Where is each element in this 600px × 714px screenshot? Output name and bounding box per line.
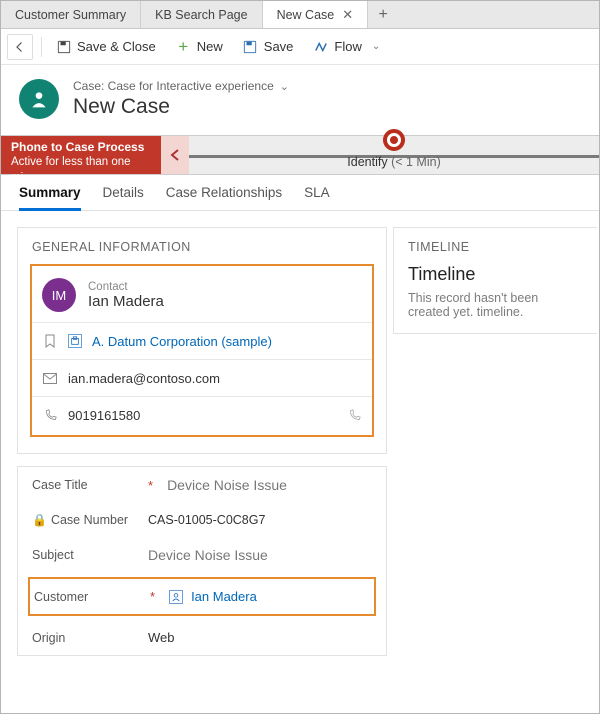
email-row[interactable]: ian.madera@contoso.com: [32, 359, 372, 396]
customer-row[interactable]: Customer * Ian Madera: [30, 579, 374, 614]
breadcrumb[interactable]: Case: Case for Interactive experience ⌄: [73, 79, 289, 93]
tab-kb-search[interactable]: KB Search Page: [141, 1, 262, 28]
field-label: Customer: [34, 590, 142, 604]
case-number-value: CAS-01005-C0C8G7: [148, 513, 372, 527]
cmd-label: Save: [264, 39, 294, 54]
tab-label: New Case: [277, 8, 335, 22]
plus-icon: +: [176, 39, 191, 54]
dial-icon[interactable]: [346, 407, 362, 423]
timeline-title: Timeline: [394, 264, 597, 291]
process-status: Active for less than one mi...: [11, 155, 151, 186]
case-number-row: 🔒 Case Number CAS-01005-C0C8G7: [18, 503, 386, 537]
process-prev-stage[interactable]: [161, 136, 189, 174]
chevron-down-icon: ⌄: [280, 80, 289, 93]
required-marker: *: [150, 589, 155, 604]
close-icon[interactable]: ✕: [342, 7, 353, 23]
case-icon: [29, 89, 49, 109]
contact-quick-view: IM Contact Ian Madera A. Datu: [30, 264, 374, 437]
tab-case-relationships[interactable]: Case Relationships: [166, 185, 282, 210]
customer-row-highlight: Customer * Ian Madera: [28, 577, 376, 616]
divider: [41, 37, 42, 57]
required-marker: *: [148, 478, 153, 493]
entity-avatar: [19, 79, 59, 119]
command-bar: Save & Close + New Save Flow ⌄: [1, 29, 599, 65]
account-icon: [68, 334, 82, 348]
page-title: New Case: [73, 95, 289, 119]
contact-icon: [169, 590, 183, 604]
record-header: Case: Case for Interactive experience ⌄ …: [1, 65, 599, 135]
mail-icon: [42, 370, 58, 386]
new-button[interactable]: + New: [168, 35, 231, 58]
origin-value[interactable]: Web: [148, 630, 372, 645]
timeline-description: This record hasn't been created yet. tim…: [394, 291, 597, 333]
save-button[interactable]: Save: [235, 35, 302, 58]
timeline-card: TIMELINE Timeline This record hasn't bee…: [393, 227, 597, 334]
process-stage-identify[interactable]: Identify (< 1 Min): [189, 136, 599, 174]
chevron-down-icon: ⌄: [372, 41, 380, 52]
save-and-close-button[interactable]: Save & Close: [48, 35, 164, 58]
session-tabs: Customer Summary KB Search Page New Case…: [1, 1, 599, 29]
subject-value[interactable]: Device Noise Issue: [148, 547, 372, 563]
general-information-card: GENERAL INFORMATION IM Contact Ian Mader…: [17, 227, 387, 454]
tab-customer-summary[interactable]: Customer Summary: [1, 1, 141, 28]
bookmark-icon: [42, 333, 58, 349]
process-info[interactable]: Phone to Case Process Active for less th…: [1, 136, 161, 174]
stage-label: Identify: [347, 155, 387, 169]
contact-header: IM Contact Ian Madera: [32, 272, 372, 322]
case-title-value[interactable]: Device Noise Issue: [167, 477, 372, 493]
breadcrumb-text: Case: Case for Interactive experience: [73, 79, 274, 93]
new-tab-button[interactable]: +: [368, 1, 398, 28]
tab-label: KB Search Page: [155, 8, 247, 22]
field-label: 🔒 Case Number: [32, 513, 140, 527]
contact-name[interactable]: Ian Madera: [88, 293, 164, 310]
field-label: Case Title: [32, 478, 140, 492]
contact-label: Contact: [88, 281, 164, 293]
back-arrow-icon: [14, 41, 26, 53]
tab-details[interactable]: Details: [103, 185, 144, 210]
section-title: TIMELINE: [394, 228, 597, 264]
case-title-row[interactable]: Case Title * Device Noise Issue: [18, 467, 386, 503]
save-close-icon: [56, 39, 71, 54]
tab-sla[interactable]: SLA: [304, 185, 330, 210]
flow-button[interactable]: Flow ⌄: [305, 35, 388, 58]
company-row[interactable]: A. Datum Corporation (sample): [32, 322, 372, 359]
subject-row[interactable]: Subject Device Noise Issue: [18, 537, 386, 573]
section-title: GENERAL INFORMATION: [18, 228, 386, 264]
flow-icon: [313, 39, 328, 54]
app-frame: Customer Summary KB Search Page New Case…: [0, 0, 600, 714]
business-process-flow: Phone to Case Process Active for less th…: [1, 135, 599, 175]
save-icon: [243, 39, 258, 54]
company-link[interactable]: A. Datum Corporation (sample): [92, 334, 272, 349]
tab-summary[interactable]: Summary: [19, 185, 81, 211]
process-name: Phone to Case Process: [11, 139, 151, 155]
stage-marker-icon: [383, 129, 405, 151]
tab-label: Customer Summary: [15, 8, 126, 22]
cmd-label: Save & Close: [77, 39, 156, 54]
phone-value: 9019161580: [68, 408, 140, 423]
tab-new-case[interactable]: New Case ✕: [263, 1, 369, 28]
origin-row[interactable]: Origin Web: [18, 620, 386, 655]
contact-avatar: IM: [42, 278, 76, 312]
stage-duration: (< 1 Min): [391, 155, 441, 169]
phone-icon: [42, 407, 58, 423]
lock-icon: 🔒: [32, 513, 47, 527]
phone-row[interactable]: 9019161580: [32, 396, 372, 433]
email-value: ian.madera@contoso.com: [68, 371, 220, 386]
chevron-left-icon: [170, 149, 180, 161]
field-label: Subject: [32, 548, 140, 562]
back-button[interactable]: [7, 34, 33, 60]
field-label: Origin: [32, 631, 140, 645]
case-details-card: Case Title * Device Noise Issue 🔒 Case N…: [17, 466, 387, 656]
cmd-label: New: [197, 39, 223, 54]
left-column: GENERAL INFORMATION IM Contact Ian Mader…: [17, 227, 387, 656]
cmd-label: Flow: [334, 39, 361, 54]
form-body: GENERAL INFORMATION IM Contact Ian Mader…: [1, 211, 599, 656]
customer-value[interactable]: Ian Madera: [191, 589, 257, 604]
